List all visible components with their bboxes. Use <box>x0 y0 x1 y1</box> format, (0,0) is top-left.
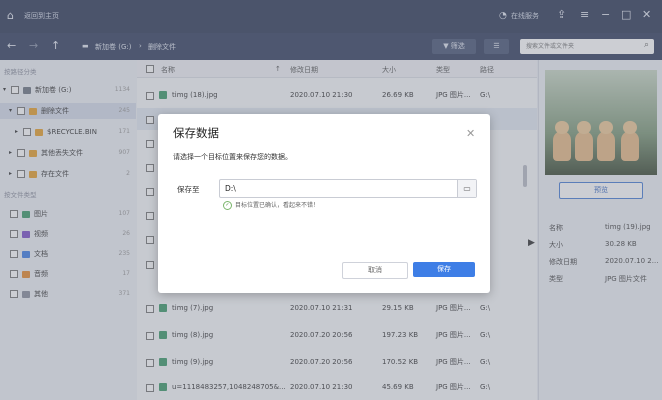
path-valid-hint: ✓ 目标位置已确认，看起来不错！ <box>223 200 319 210</box>
dialog-close-icon[interactable]: ✕ <box>466 127 475 140</box>
browse-folder-icon[interactable]: ▭ <box>457 180 476 197</box>
check-circle-icon: ✓ <box>223 201 232 210</box>
dialog-message: 请选择一个目标位置来保存您的数据。 <box>173 153 292 161</box>
save-button[interactable]: 保存 <box>413 262 475 277</box>
save-to-label: 保存至 <box>177 185 200 194</box>
dialog-title: 保存数据 <box>173 126 219 140</box>
save-dialog: 保存数据 ✕ 请选择一个目标位置来保存您的数据。 保存至 ▭ ✓目标位置已确认，… <box>158 114 490 293</box>
cancel-button[interactable]: 取消 <box>342 262 408 279</box>
save-path-field[interactable]: ▭ <box>219 179 477 198</box>
save-path-input[interactable] <box>220 180 445 197</box>
